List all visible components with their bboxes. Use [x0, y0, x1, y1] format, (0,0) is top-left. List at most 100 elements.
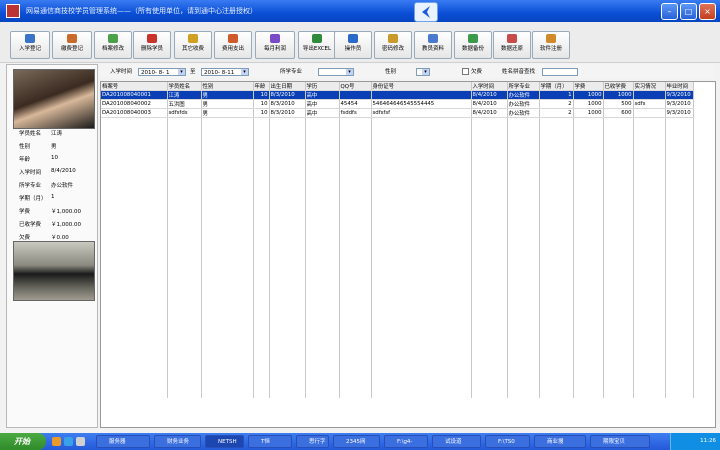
toolbar-button[interactable]: 操作员 — [334, 31, 372, 59]
taskbar-task[interactable]: 试设道 — [432, 435, 481, 448]
empty-cell — [305, 286, 340, 293]
gender-select[interactable]: ▾ — [416, 68, 430, 76]
toolbar-button[interactable]: 入学登记 — [10, 31, 50, 59]
toolbar-button[interactable]: 教员资料 — [414, 31, 452, 59]
column-header[interactable]: 学期（月） — [539, 82, 574, 91]
column-header[interactable]: 入学时间 — [471, 82, 508, 91]
empty-cell — [633, 293, 666, 300]
taskbar-task[interactable]: 财务业务 — [154, 435, 201, 448]
empty-cell — [665, 342, 694, 349]
empty-cell — [305, 265, 340, 272]
empty-cell — [101, 328, 168, 335]
column-header[interactable]: 实习情况 — [633, 82, 666, 91]
owe-checkbox[interactable] — [462, 68, 469, 75]
column-header[interactable]: 年龄 — [253, 82, 270, 91]
taskbar-task[interactable]: F:\TS0 — [485, 435, 530, 448]
column-header[interactable]: 学员姓名 — [167, 82, 202, 91]
empty-cell — [633, 384, 666, 391]
toolbar-button[interactable]: 数据还原 — [493, 31, 531, 59]
toolbar-button[interactable]: 软件注册 — [532, 31, 570, 59]
taskbar-task[interactable]: F:\g4- — [384, 435, 428, 448]
taskbar-task[interactable]: 期限宝贝 — [590, 435, 650, 448]
empty-cell — [573, 391, 604, 398]
table-row[interactable]: DA201008040002 五洪图男 10 8/3/2010 高中 45454 54646… — [101, 99, 694, 109]
empty-cell — [253, 167, 270, 174]
start-button[interactable]: 开始 — [0, 433, 46, 450]
empty-cell — [253, 132, 270, 139]
toolbar-button[interactable]: 导出EXCEL — [298, 31, 336, 59]
column-header[interactable]: 已收学费 — [603, 82, 634, 91]
empty-cell — [371, 349, 472, 356]
taskbar-task[interactable]: 服务器 — [96, 435, 150, 448]
major-select[interactable]: ▾ — [318, 68, 354, 76]
empty-cell — [201, 307, 254, 314]
empty-cell — [101, 342, 168, 349]
empty-cell — [269, 153, 306, 160]
empty-cell — [167, 160, 202, 167]
empty-cell — [269, 174, 306, 181]
date-to-select[interactable]: 2010- 8-11 ▾ — [201, 68, 249, 76]
table-cell: 500 — [603, 99, 634, 109]
column-header[interactable]: 学费 — [573, 82, 604, 91]
empty-cell — [269, 223, 306, 230]
column-header[interactable]: 性别 — [201, 82, 254, 91]
empty-cell — [201, 342, 254, 349]
quick-launch-icon[interactable] — [76, 437, 85, 446]
title-bar[interactable]: 网易通信商技校学员管理系统——（所有使用单位，请到通中心注册授权） – □ × — [0, 0, 720, 22]
empty-cell — [573, 370, 604, 377]
toolbar-button[interactable]: 每月利润 — [255, 31, 295, 59]
empty-cell — [339, 335, 372, 342]
toolbar-button[interactable]: 缴费登记 — [52, 31, 92, 59]
empty-cell — [305, 349, 340, 356]
empty-cell — [573, 314, 604, 321]
taskbar-task[interactable]: T恒 — [248, 435, 292, 448]
column-header[interactable]: 档案号 — [101, 82, 168, 91]
empty-cell — [305, 139, 340, 146]
minimize-button[interactable]: – — [661, 3, 678, 20]
toolbar-button[interactable]: 其它收费 — [174, 31, 212, 59]
info-key: 已收学费 — [19, 222, 42, 228]
empty-cell — [167, 342, 202, 349]
table-row[interactable]: DA201008040001 江涛男 10 8/3/2010 高中 8/4/2010 办公软… — [101, 90, 694, 100]
column-header[interactable]: 出生日期 — [269, 82, 306, 91]
taskbar-task[interactable]: 思行字 — [296, 435, 329, 448]
toolbar-button[interactable]: 数据备份 — [454, 31, 492, 59]
quick-launch-icon[interactable] — [64, 437, 73, 446]
taskbar-task[interactable]: NETSH — [205, 435, 244, 448]
column-header[interactable]: 毕业时间 — [665, 82, 694, 91]
column-header[interactable]: QQ号 — [339, 82, 372, 91]
column-header[interactable]: 学历 — [305, 82, 340, 91]
toolbar-button[interactable]: 费用支出 — [214, 31, 252, 59]
empty-cell — [573, 300, 604, 307]
empty-cell — [253, 117, 270, 125]
date-from-select[interactable]: 2010- 8- 1 ▾ — [138, 68, 186, 76]
table-row[interactable]: DA201008040003 sdfsfds 男 10 8/3/2010 高中 fsddfs… — [101, 108, 694, 118]
quick-launch-icon[interactable] — [52, 437, 61, 446]
taskbar-task[interactable]: 2345网 — [333, 435, 380, 448]
column-header[interactable]: 所学专业 — [507, 82, 540, 91]
toolbar-button[interactable]: 档案修改 — [94, 31, 132, 59]
empty-cell — [573, 265, 604, 272]
empty-cell — [603, 230, 634, 237]
empty-row — [101, 272, 694, 279]
empty-cell — [201, 174, 254, 181]
empty-cell — [573, 321, 604, 328]
toolbar-button[interactable]: 密码修改 — [374, 31, 412, 59]
empty-row — [101, 230, 694, 237]
empty-cell — [573, 202, 604, 209]
close-button[interactable]: × — [699, 3, 716, 20]
toolbar-button[interactable]: 删除学员 — [133, 31, 171, 59]
empty-cell — [539, 279, 574, 286]
empty-row — [101, 321, 694, 328]
empty-cell — [339, 342, 372, 349]
empty-cell — [305, 293, 340, 300]
empty-cell — [101, 132, 168, 139]
empty-cell — [201, 216, 254, 223]
pinyin-search-input[interactable] — [542, 68, 578, 76]
empty-cell — [339, 132, 372, 139]
empty-cell — [573, 356, 604, 363]
taskbar-task[interactable]: 商业搜 — [534, 435, 586, 448]
column-header[interactable]: 身份证号 — [371, 82, 472, 91]
maximize-button[interactable]: □ — [680, 3, 697, 20]
empty-cell — [507, 370, 540, 377]
